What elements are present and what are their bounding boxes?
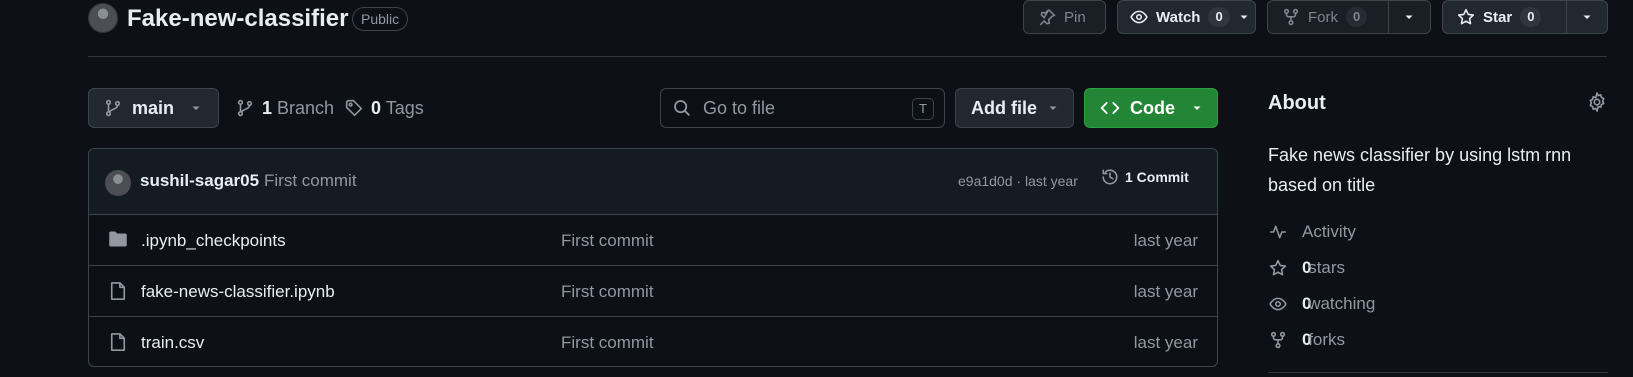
shortcut-key: T xyxy=(912,98,934,120)
file-date: last year xyxy=(1133,231,1198,250)
star-button[interactable]: Star 0 xyxy=(1443,1,1566,33)
owner-avatar[interactable] xyxy=(88,3,118,33)
repo-forked-icon xyxy=(1282,8,1300,26)
file-row: .ipynb_checkpoints First commit last yea… xyxy=(89,215,1217,266)
go-to-file-input[interactable]: Go to file T xyxy=(660,88,945,128)
history-icon xyxy=(1101,168,1119,186)
commits-link[interactable]: 1 Commit xyxy=(1101,168,1189,186)
repo-forked-icon xyxy=(1268,331,1288,349)
triangle-down-icon xyxy=(1403,11,1415,23)
triangle-down-icon xyxy=(190,102,202,114)
file-icon xyxy=(108,281,128,301)
file-icon xyxy=(108,332,128,352)
branches-count: 1 xyxy=(262,97,273,118)
code-icon xyxy=(1100,99,1120,117)
code-label: Code xyxy=(1130,97,1175,118)
eye-icon xyxy=(1268,295,1288,313)
watching-link[interactable]: 0 watching xyxy=(1268,292,1375,316)
eye-icon xyxy=(1130,8,1148,26)
file-commit-message[interactable]: First commit xyxy=(561,231,654,251)
tags-count: 0 xyxy=(371,97,382,118)
code-button[interactable]: Code xyxy=(1084,88,1218,128)
file-commit-message[interactable]: First commit xyxy=(561,282,654,302)
fork-button[interactable]: Fork 0 xyxy=(1268,1,1388,33)
star-icon xyxy=(1268,259,1288,277)
activity-label: Activity xyxy=(1302,222,1356,241)
star-count: 0 xyxy=(1520,7,1542,27)
latest-commit-row: sushil-sagar05 First commit e9a1d0d · la… xyxy=(89,149,1217,215)
watch-button[interactable]: Watch 0 xyxy=(1117,0,1256,34)
triangle-down-icon xyxy=(1238,11,1250,23)
star-icon xyxy=(1457,8,1475,26)
pulse-icon xyxy=(1268,223,1288,241)
fork-label: Fork xyxy=(1308,8,1338,26)
tags-label: Tags xyxy=(385,97,424,118)
search-icon xyxy=(673,99,691,117)
star-dropdown[interactable] xyxy=(1567,1,1593,33)
triangle-down-icon xyxy=(1047,102,1059,114)
forks-link[interactable]: 0 forks xyxy=(1268,328,1345,352)
file-commit-message[interactable]: First commit xyxy=(561,333,654,353)
commits-label: 1 Commit xyxy=(1125,169,1189,185)
stars-label: stars xyxy=(1308,258,1346,277)
activity-link[interactable]: Activity xyxy=(1268,220,1356,244)
fork-button-group: Fork 0 xyxy=(1267,0,1431,34)
header-divider xyxy=(88,56,1607,57)
file-name[interactable]: .ipynb_checkpoints xyxy=(141,231,286,251)
file-date: last year xyxy=(1133,282,1198,301)
tag-icon xyxy=(345,99,363,117)
pin-label: Pin xyxy=(1064,8,1086,26)
add-file-label: Add file xyxy=(971,97,1037,118)
fork-dropdown[interactable] xyxy=(1389,1,1415,33)
sidebar-divider xyxy=(1268,372,1608,373)
file-name[interactable]: train.csv xyxy=(141,333,204,353)
watch-label: Watch xyxy=(1156,8,1201,26)
git-branch-icon xyxy=(104,99,122,117)
commit-author[interactable]: sushil-sagar05 xyxy=(140,171,259,191)
watching-label: watching xyxy=(1308,294,1376,313)
file-date: last year xyxy=(1133,333,1198,352)
file-directory-icon xyxy=(108,230,128,248)
file-row: fake-news-classifier.ipynb First commit … xyxy=(89,266,1217,317)
branches-link[interactable]: 1 Branch xyxy=(236,88,334,128)
commit-message[interactable]: First commit xyxy=(264,171,357,191)
triangle-down-icon xyxy=(1191,102,1203,114)
tags-link[interactable]: 0 Tags xyxy=(345,88,424,128)
search-placeholder: Go to file xyxy=(703,97,776,118)
fork-count: 0 xyxy=(1346,7,1368,27)
forks-label: forks xyxy=(1308,330,1346,349)
pin-button[interactable]: Pin xyxy=(1023,0,1106,34)
branch-selector[interactable]: main xyxy=(88,88,219,128)
watch-count: 0 xyxy=(1208,7,1230,27)
about-heading: About xyxy=(1268,92,1326,114)
triangle-down-icon xyxy=(1581,11,1593,23)
file-table: sushil-sagar05 First commit e9a1d0d · la… xyxy=(88,148,1218,367)
pin-icon xyxy=(1038,8,1056,26)
file-name[interactable]: fake-news-classifier.ipynb xyxy=(141,282,335,302)
commit-hash-time[interactable]: e9a1d0d · last year xyxy=(958,173,1078,189)
git-branch-icon xyxy=(236,99,254,117)
gear-icon[interactable] xyxy=(1587,92,1607,112)
file-row: train.csv First commit last year xyxy=(89,317,1217,366)
stars-link[interactable]: 0 stars xyxy=(1268,256,1345,280)
repo-name[interactable]: Fake-new-classifier xyxy=(127,3,348,35)
repo-description: Fake news classifier by using lstm rnn b… xyxy=(1268,145,1572,195)
branch-name: main xyxy=(132,97,175,118)
avatar[interactable] xyxy=(105,170,131,196)
branches-label: Branch xyxy=(277,97,335,118)
star-label: Star xyxy=(1483,8,1513,26)
star-button-group: Star 0 xyxy=(1442,0,1608,34)
add-file-button[interactable]: Add file xyxy=(955,88,1074,128)
visibility-badge: Public xyxy=(352,7,409,31)
